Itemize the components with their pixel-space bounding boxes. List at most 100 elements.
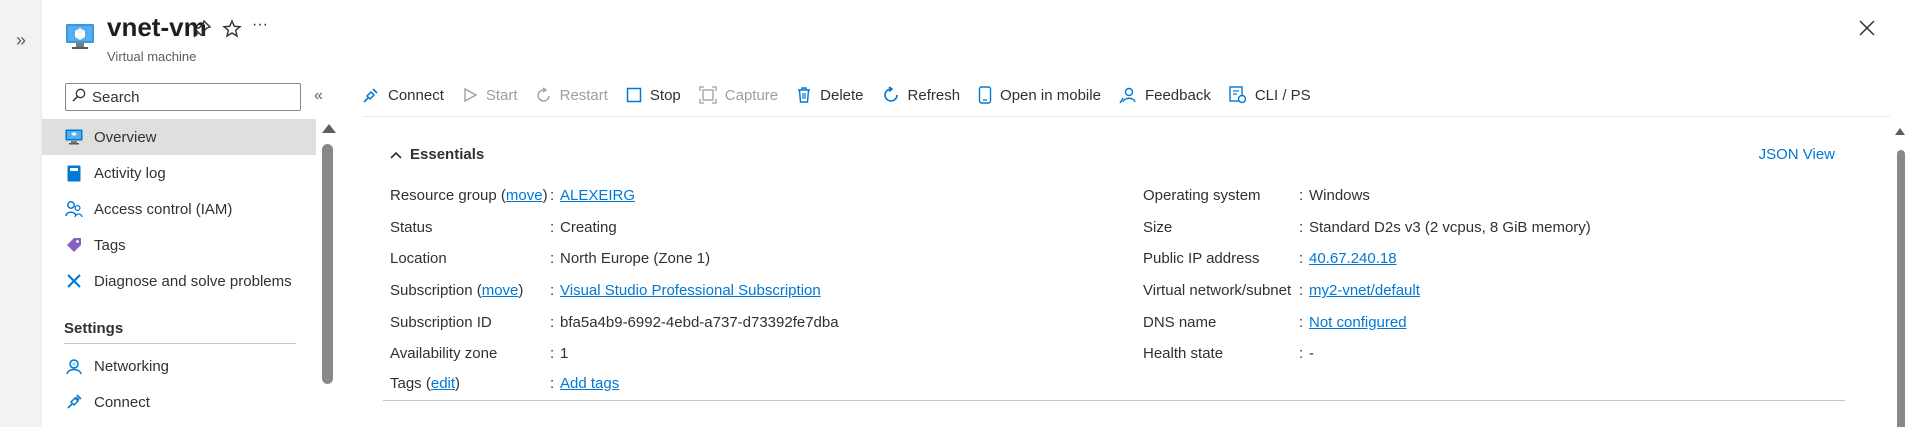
status-value: Creating (560, 218, 617, 236)
scroll-up-arrow-icon[interactable] (1895, 128, 1905, 135)
size-value: Standard D2s v3 (2 vcpus, 8 GiB memory) (1309, 218, 1591, 236)
play-icon (464, 87, 478, 103)
search-icon (72, 88, 86, 106)
dns-name-link[interactable]: Not configured (1309, 314, 1407, 331)
menu-item-tags[interactable]: Tags (42, 227, 316, 263)
mobile-icon (978, 86, 992, 104)
menu-item-label: Connect (94, 393, 150, 411)
dns-row: DNS name : Not configured (1143, 313, 1407, 331)
status-row: Status : Creating (390, 218, 617, 236)
menu-item-label: Tags (94, 236, 126, 254)
close-icon[interactable] (1857, 18, 1881, 42)
plug-icon (64, 392, 84, 412)
subscription-id-value: bfa5a4b9-6992-4ebd-a737-d73392fe7dba (560, 313, 839, 331)
essentials-left-column: Resource group (move) : ALEXEIRG Status … (390, 180, 839, 370)
page-subtitle: Virtual machine (107, 49, 197, 64)
os-value: Windows (1309, 187, 1370, 205)
menu-item-diagnose[interactable]: Diagnose and solve problems (42, 263, 316, 299)
menu-item-networking[interactable]: Networking (42, 348, 316, 384)
scrollbar-thumb[interactable] (1897, 150, 1905, 427)
open-in-mobile-button[interactable]: Open in mobile (978, 86, 1101, 104)
menu-search-input[interactable] (92, 88, 292, 106)
cli-ps-button[interactable]: CLI / PS (1229, 86, 1311, 104)
chevron-up-icon (390, 151, 402, 159)
menu-item-access-control[interactable]: Access control (IAM) (42, 191, 316, 227)
plug-icon (363, 88, 378, 103)
cli-icon (1229, 86, 1247, 104)
add-tags-link[interactable]: Add tags (560, 375, 619, 392)
people-icon (64, 199, 84, 219)
more-options-button[interactable]: ··· (252, 16, 274, 38)
vnet-subnet-link[interactable]: my2-vnet/default (1309, 282, 1420, 299)
collapse-menu-button[interactable]: « (314, 87, 323, 105)
essentials-title: Essentials (410, 146, 485, 163)
move-resource-group-link[interactable]: move (506, 187, 543, 204)
monitor-icon (64, 127, 84, 147)
edit-tags-link[interactable]: edit (431, 375, 455, 392)
content-scrollbar[interactable] (1895, 126, 1905, 427)
subscription-link[interactable]: Visual Studio Professional Subscription (560, 282, 821, 299)
trash-icon (798, 87, 811, 103)
network-icon (64, 356, 84, 376)
connect-button[interactable]: Connect (362, 86, 444, 104)
star-icon[interactable] (222, 19, 244, 41)
scrollbar-thumb[interactable] (322, 144, 333, 384)
refresh-button[interactable]: Refresh (882, 86, 960, 104)
menu-item-label: Activity log (94, 164, 166, 182)
move-subscription-link[interactable]: move (482, 282, 519, 299)
availability-zone-value: 1 (560, 345, 569, 363)
subscription-id-row: Subscription ID : bfa5a4b9-6992-4ebd-a73… (390, 313, 839, 331)
menu-item-label: Access control (IAM) (94, 200, 233, 218)
section-divider (64, 343, 296, 344)
wrench-icon (64, 271, 84, 291)
essentials-divider (383, 400, 1845, 401)
health-value: - (1309, 345, 1314, 363)
command-bar-divider (362, 116, 1890, 117)
refresh-icon (883, 86, 898, 102)
feedback-icon (1119, 87, 1136, 104)
availability-zone-row: Availability zone : 1 (390, 345, 569, 363)
restart-button[interactable]: Restart (536, 87, 608, 104)
location-row: Location : North Europe (Zone 1) (390, 250, 711, 268)
capture-button[interactable]: Capture (699, 86, 778, 104)
size-row: Size : Standard D2s v3 (2 vcpus, 8 GiB m… (1143, 218, 1591, 236)
blade-header: vnet-vm Virtual machine ··· (42, 0, 1905, 80)
menu-item-connect[interactable]: Connect (42, 384, 316, 420)
essentials-toggle[interactable]: Essentials (390, 146, 484, 163)
menu-section-settings: Settings (64, 320, 124, 337)
scroll-up-arrow-icon[interactable] (322, 124, 336, 133)
portal-left-gutter: » (0, 0, 42, 427)
menu-search-box[interactable] (65, 83, 301, 111)
resource-group-link[interactable]: ALEXEIRG (560, 187, 635, 204)
menu-item-label: Diagnose and solve problems (94, 272, 292, 290)
restart-icon (536, 87, 550, 102)
stop-icon (626, 87, 642, 103)
feedback-button[interactable]: Feedback (1119, 86, 1211, 104)
menu-scrollbar[interactable] (320, 120, 336, 427)
menu-item-overview[interactable]: Overview (42, 119, 316, 155)
subscription-row: Subscription (move) : Visual Studio Prof… (390, 282, 821, 300)
menu-list: Overview Activity log Access control (IA… (42, 119, 316, 420)
public-ip-link[interactable]: 40.67.240.18 (1309, 250, 1397, 267)
expand-menu-button[interactable]: » (16, 30, 26, 51)
tags-row: Tags (edit) : Add tags (390, 375, 620, 392)
json-view-link[interactable]: JSON View (1759, 146, 1835, 163)
public-ip-row: Public IP address : 40.67.240.18 (1143, 250, 1397, 268)
delete-button[interactable]: Delete (796, 86, 864, 104)
vnet-row: Virtual network/subnet : my2-vnet/defaul… (1143, 282, 1420, 300)
command-bar: Connect Start Restart Stop Capture Delet… (362, 80, 1329, 110)
stop-button[interactable]: Stop (626, 87, 681, 104)
book-icon (64, 163, 84, 183)
tag-icon (64, 235, 84, 255)
start-button[interactable]: Start (462, 87, 518, 104)
virtual-machine-icon (65, 21, 95, 51)
health-row: Health state : - (1143, 345, 1314, 363)
os-row: Operating system : Windows (1143, 187, 1370, 205)
essentials-right-column: Operating system : Windows Size : Standa… (1143, 180, 1591, 370)
location-value: North Europe (Zone 1) (560, 250, 711, 268)
pin-icon[interactable] (192, 19, 214, 41)
resource-menu: « Overview Activity log Access control (… (42, 80, 340, 427)
menu-item-label: Networking (94, 357, 170, 375)
resource-group-row: Resource group (move) : ALEXEIRG (390, 187, 636, 205)
menu-item-activity-log[interactable]: Activity log (42, 155, 316, 191)
